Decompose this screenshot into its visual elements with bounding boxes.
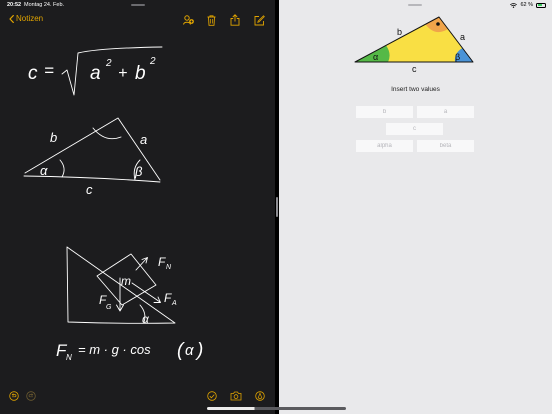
formula2-f-sub: N	[66, 353, 72, 362]
triangle-label-c: c	[412, 64, 417, 74]
triangle1-label-beta: β	[134, 164, 143, 179]
formula1-a-exponent: 2	[105, 58, 112, 69]
triangle1-label-a: a	[140, 132, 147, 147]
checklist-icon[interactable]	[206, 390, 217, 401]
notes-pane: 20:52 Montag 24. Feb. Notizen c = a 2 + …	[0, 0, 275, 414]
incline-fa: F	[164, 291, 172, 305]
battery-percentage: 62 %	[520, 2, 533, 8]
input-a[interactable]	[417, 106, 474, 118]
formula1-b: b	[135, 63, 146, 84]
share-contact-icon[interactable]	[183, 14, 195, 26]
input-b[interactable]	[356, 106, 413, 118]
formula2-alpha: α	[185, 342, 194, 359]
triangle1-label-c: c	[86, 182, 93, 197]
wifi-icon	[510, 2, 518, 8]
formula1-c: c	[28, 63, 38, 84]
calculator-pane: 62 % b a c α β Insert two values	[279, 0, 552, 414]
downhill-force-arrow	[131, 282, 161, 303]
formula2-paren-close: )	[195, 340, 203, 361]
home-indicator[interactable]	[207, 407, 346, 410]
incline-fg-sub: G	[106, 304, 112, 311]
incline-angle-alpha: α	[142, 312, 150, 326]
triangle1-label-b: b	[50, 130, 57, 145]
triangle1-right-angle-arc	[92, 127, 122, 140]
status-time: 20:52	[7, 2, 22, 8]
triangle-label-a: a	[460, 32, 465, 42]
incline-fa-sub: A	[171, 300, 177, 307]
redo-icon[interactable]	[25, 390, 36, 401]
multitask-grabber-right[interactable]	[408, 4, 422, 6]
status-indicators: 62 %	[507, 2, 546, 8]
multitask-grabber[interactable]	[131, 4, 145, 6]
trash-icon[interactable]	[206, 14, 216, 26]
input-beta[interactable]	[417, 140, 474, 152]
incline-mass-m: m	[121, 274, 131, 288]
pen-icon[interactable]	[254, 390, 265, 401]
battery-level	[537, 4, 542, 6]
normal-force-arrow	[135, 257, 148, 271]
formula1-equals: =	[44, 61, 54, 80]
formula1-radical	[61, 46, 163, 96]
camera-icon[interactable]	[229, 390, 242, 401]
back-button[interactable]: Notizen	[9, 14, 43, 23]
compose-icon[interactable]	[253, 14, 265, 26]
battery-icon	[536, 2, 546, 8]
incline-fn: F	[158, 255, 166, 269]
formula1-plus: +	[118, 65, 127, 82]
incline-fn-sub: N	[166, 264, 172, 271]
triangle-label-alpha: α	[373, 52, 378, 62]
status-date: Montag 24. Feb.	[24, 2, 65, 8]
chevron-left-icon	[9, 14, 14, 23]
triangle1-label-alpha: α	[40, 163, 48, 178]
split-view-handle[interactable]	[276, 197, 278, 217]
share-icon[interactable]	[229, 13, 240, 26]
right-angle-dot	[436, 22, 440, 26]
formula2-rhs: = m · g · cos	[78, 342, 151, 357]
triangle-label-beta: β	[455, 52, 460, 62]
triangle-label-b: b	[397, 27, 402, 37]
back-label: Notizen	[16, 14, 44, 23]
input-c[interactable]	[386, 123, 443, 135]
drawing-canvas[interactable]: c = a 2 + b 2 b a c α β m F N F G F A α …	[0, 30, 275, 380]
triangle1-alpha-arc	[59, 159, 65, 178]
formula1-b-exponent: 2	[149, 56, 156, 67]
instruction-text: Insert two values	[391, 86, 440, 93]
undo-icon[interactable]	[8, 390, 19, 401]
input-alpha[interactable]	[356, 140, 413, 152]
triangle-diagram: b a c α β	[354, 16, 474, 74]
formula1-a: a	[90, 63, 101, 84]
formula2-paren-open: (	[177, 340, 185, 361]
